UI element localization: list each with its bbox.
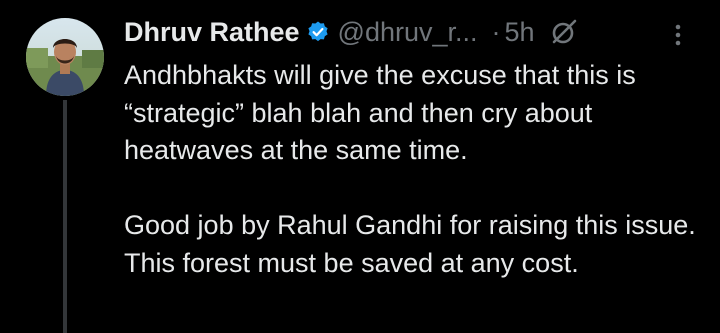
more-options-icon[interactable] — [666, 20, 690, 50]
tweet-timestamp[interactable]: 5h — [505, 17, 535, 48]
tweet-text: Andhbhakts will give the excuse that thi… — [124, 57, 709, 282]
author-avatar[interactable] — [26, 18, 104, 96]
tweet-header: Dhruv Rathee @dhruv_r... · 5h — [124, 12, 704, 52]
profile-photo — [26, 18, 104, 96]
author-handle[interactable]: @dhruv_r... — [338, 17, 478, 48]
verified-badge-icon — [306, 20, 330, 44]
thread-line — [63, 100, 67, 333]
separator-dot: · — [491, 16, 501, 47]
grok-icon[interactable] — [549, 17, 579, 47]
tweet-paragraph: Andhbhakts will give the excuse that thi… — [124, 60, 636, 165]
tweet-paragraph: Good job by Rahul Gandhi for raising thi… — [124, 210, 696, 278]
author-name[interactable]: Dhruv Rathee — [124, 17, 300, 48]
